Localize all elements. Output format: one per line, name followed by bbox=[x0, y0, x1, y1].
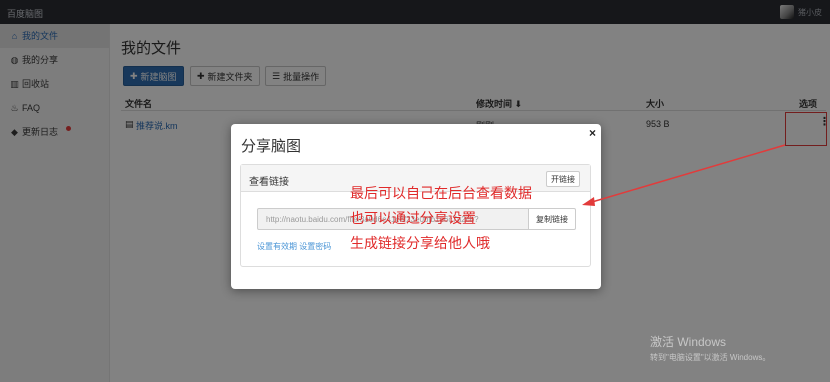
annotation-arrow bbox=[582, 144, 786, 206]
windows-activation-watermark: 激活 Windows 转到"电脑设置"以激活 Windows。 bbox=[650, 333, 770, 363]
watermark-title: 激活 Windows bbox=[650, 335, 727, 349]
watermark-subtitle: 转到"电脑设置"以激活 Windows。 bbox=[650, 353, 771, 362]
